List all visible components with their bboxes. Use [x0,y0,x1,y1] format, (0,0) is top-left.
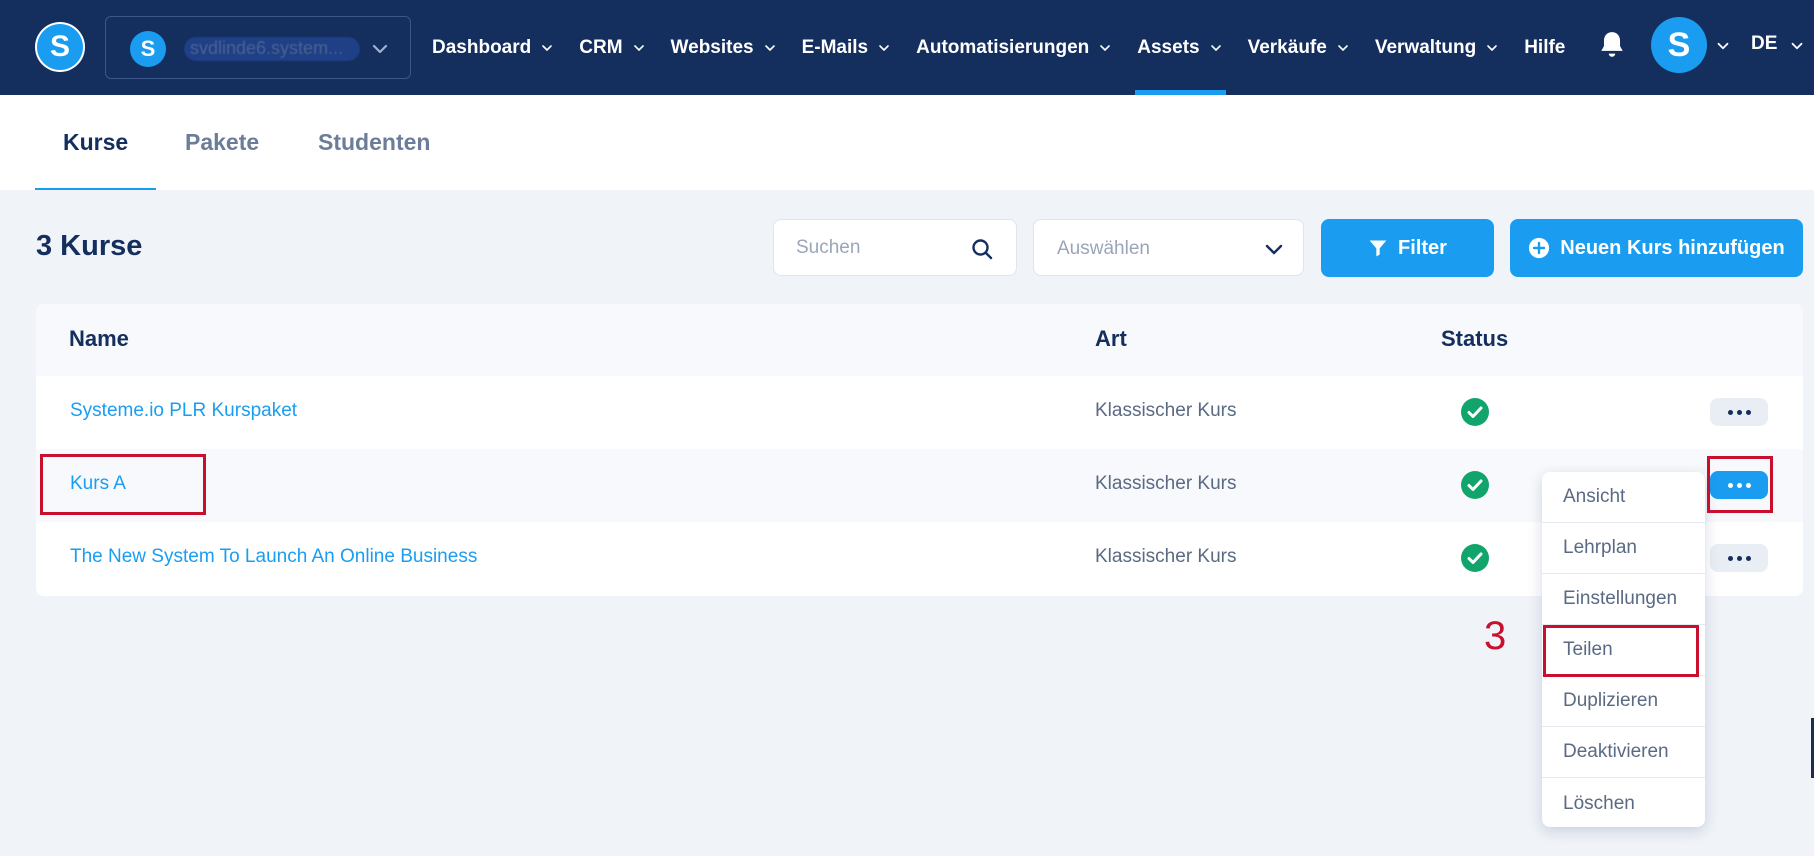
nav-item-label: Verwaltung [1374,36,1477,58]
table-row: Kurs A Klassischer Kurs [36,449,1803,522]
bell-icon[interactable] [1599,30,1625,60]
workspace-name: svdlinde6.system... [184,37,360,61]
chevron-down-icon [633,44,644,51]
chevron-down-icon[interactable] [1714,37,1732,55]
column-header-name: Name [69,326,129,351]
nav-item-websites[interactable]: Websites [671,0,778,95]
column-header-art: Art [1095,326,1127,351]
check-circle-icon [1461,544,1489,572]
top-navigation-bar: S S svdlinde6.system... Dashboard CRM We… [0,0,1814,95]
column-header-status: Status [1441,326,1509,351]
nav-item-label: Verkäufe [1247,36,1327,58]
chevron-down-icon [1338,44,1348,51]
chevron-down-icon [542,44,553,51]
chevron-down-icon [1265,244,1283,255]
nav-item-emails[interactable]: E-Mails [802,0,893,95]
chevron-down-icon [1210,44,1221,51]
table-row: The New System To Launch An Online Busin… [36,522,1803,595]
select-placeholder: Auswählen [1057,238,1150,259]
tab-studenten[interactable]: Studenten [318,95,430,190]
menu-item-deaktivieren[interactable]: Deaktivieren [1542,727,1705,778]
user-avatar[interactable]: S [1651,17,1707,73]
filter-button[interactable]: Filter [1321,219,1494,277]
logo-letter: S [37,24,83,70]
search-box [773,219,1017,276]
nav-item-dashboard[interactable]: Dashboard [432,0,555,95]
add-course-button[interactable]: Neuen Kurs hinzufügen [1510,219,1803,277]
sub-tabs: Kurse Pakete Studenten [0,95,1814,190]
nav-item-label: Dashboard [432,36,532,58]
nav-item-crm[interactable]: CRM [579,0,646,95]
main-nav: Dashboard CRM Websites E-Mails Automatis… [432,0,1589,95]
tab-kurse[interactable]: Kurse [34,95,157,190]
chevron-down-icon [879,44,889,51]
nav-item-label: Automatisierungen [916,36,1090,58]
annotation-box-teilen [1543,625,1699,677]
more-options-button[interactable] [1710,398,1768,426]
menu-item-loeschen[interactable]: Löschen [1542,778,1705,829]
plus-circle-icon [1529,237,1550,259]
nav-item-label: Hilfe [1524,36,1566,58]
filter-icon [1369,240,1387,257]
course-name-link[interactable]: Systeme.io PLR Kurspaket [70,400,297,422]
check-circle-icon [1461,398,1489,426]
nav-item-hilfe[interactable]: Hilfe [1524,0,1565,95]
menu-item-ansicht[interactable]: Ansicht [1542,472,1705,523]
language-selector[interactable]: DE [1751,33,1777,55]
nav-item-automatisierungen[interactable]: Automatisierungen [916,0,1113,95]
course-type: Klassischer Kurs [1095,546,1237,567]
search-icon[interactable] [970,237,994,261]
table-header: Name Art Status [36,304,1803,376]
nav-item-verwaltung[interactable]: Verwaltung [1375,0,1500,95]
menu-item-einstellungen[interactable]: Einstellungen [1542,574,1705,625]
chevron-down-icon [1100,44,1111,51]
nav-item-label: E-Mails [801,36,869,58]
nav-item-label: Websites [670,36,754,58]
type-select[interactable]: Auswählen [1033,219,1304,276]
chevron-down-icon[interactable] [1788,37,1806,55]
course-type: Klassischer Kurs [1095,400,1237,421]
chevron-down-icon [372,44,388,54]
nav-item-label: CRM [579,36,623,58]
search-input[interactable] [796,236,966,260]
course-type: Klassischer Kurs [1095,473,1237,494]
chevron-down-icon [1487,44,1497,51]
more-options-button[interactable] [1710,544,1768,572]
check-circle-icon [1461,471,1489,499]
nav-item-assets[interactable]: Assets [1135,0,1226,95]
tab-pakete[interactable]: Pakete [185,95,259,190]
systeme-logo[interactable]: S [35,22,85,72]
nav-item-label: Assets [1137,36,1200,58]
menu-item-duplizieren[interactable]: Duplizieren [1542,676,1705,727]
course-name-link[interactable]: The New System To Launch An Online Busin… [70,546,477,568]
nav-item-verkaeufe[interactable]: Verkäufe [1248,0,1351,95]
menu-item-lehrplan[interactable]: Lehrplan [1542,523,1705,574]
filter-button-label: Filter [1398,236,1447,259]
annotation-box-more-button [1707,456,1773,513]
add-course-label: Neuen Kurs hinzufügen [1560,236,1785,259]
chevron-down-icon [764,44,775,51]
courses-table: Name Art Status Systeme.io PLR Kurspaket… [36,304,1803,596]
page-title: 3 Kurse [36,230,143,262]
workspace-switcher[interactable]: S svdlinde6.system... [105,16,411,79]
table-row: Systeme.io PLR Kurspaket Klassischer Kur… [36,376,1803,449]
workspace-avatar: S [130,31,166,67]
annotation-box-kurs-a [40,454,206,515]
annotation-step-number: 3 [1484,614,1507,658]
